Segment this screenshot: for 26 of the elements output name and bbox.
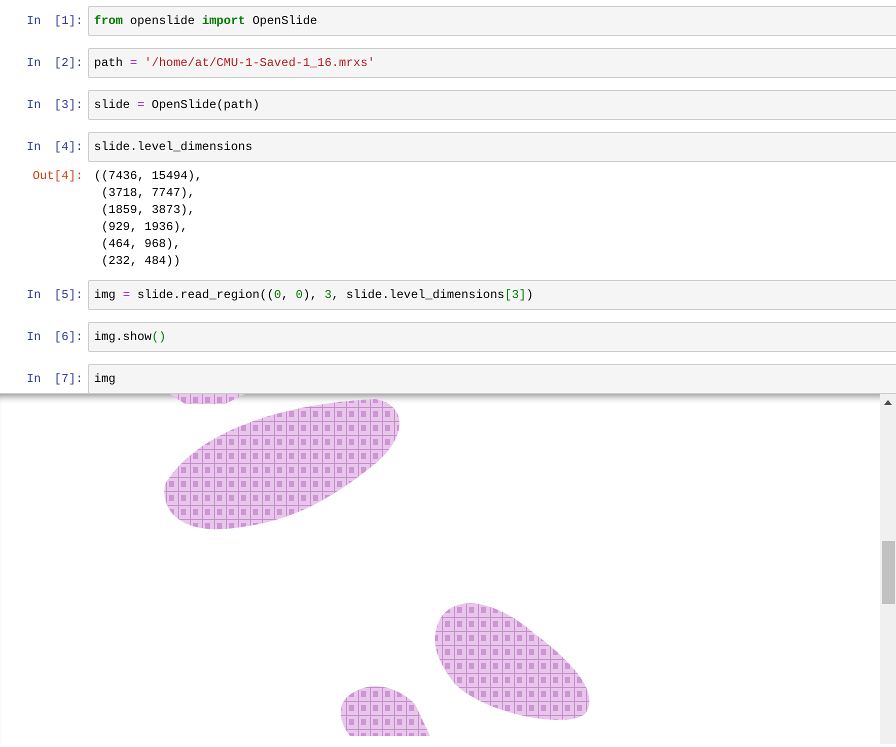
input-prompt: In [4]:	[26, 140, 84, 154]
scroll-up-icon[interactable]	[884, 400, 892, 405]
code-cell[interactable]: img.show()	[88, 322, 896, 352]
code-cell[interactable]: img	[88, 364, 896, 394]
scroll-thumb[interactable]	[882, 541, 894, 604]
code-cell[interactable]: from openslide import OpenSlide	[88, 6, 896, 36]
code-line: slide = OpenSlide(path)	[94, 98, 260, 112]
input-prompt: In [5]:	[26, 288, 84, 302]
input-prompt: In [3]:	[26, 98, 84, 112]
output-text: ((7436, 15494), (3718, 7747), (1859, 3873), (929, 1936), (464, 968), (232, 484))	[94, 168, 202, 270]
input-prompt: In [6]:	[26, 330, 84, 344]
code-line: from openslide import OpenSlide	[94, 14, 318, 28]
code-cell[interactable]: path = '/home/at/CMU-1-Saved-1_16.mrxs'	[88, 48, 896, 78]
input-prompt: In [1]:	[26, 14, 84, 28]
code-cell[interactable]: slide.level_dimensions	[88, 132, 896, 162]
code-cell[interactable]: slide = OpenSlide(path)	[88, 90, 896, 120]
code-line: slide.level_dimensions	[94, 140, 252, 154]
code-cell[interactable]: img = slide.read_region((0, 0), 3, slide.level_dimensions[3])	[88, 280, 896, 310]
code-line: img = slide.read_region((0, 0), 3, slide.level_dimensions[3])	[94, 288, 534, 302]
code-line: path = '/home/at/CMU-1-Saved-1_16.mrxs'	[94, 56, 375, 70]
scrollbar[interactable]	[880, 394, 896, 744]
code-line: img.show()	[94, 330, 166, 344]
input-prompt: In [7]:	[26, 372, 84, 386]
output-prompt: Out[4]:	[32, 168, 84, 185]
code-line: img	[94, 372, 116, 386]
input-prompt: In [2]:	[26, 56, 84, 70]
